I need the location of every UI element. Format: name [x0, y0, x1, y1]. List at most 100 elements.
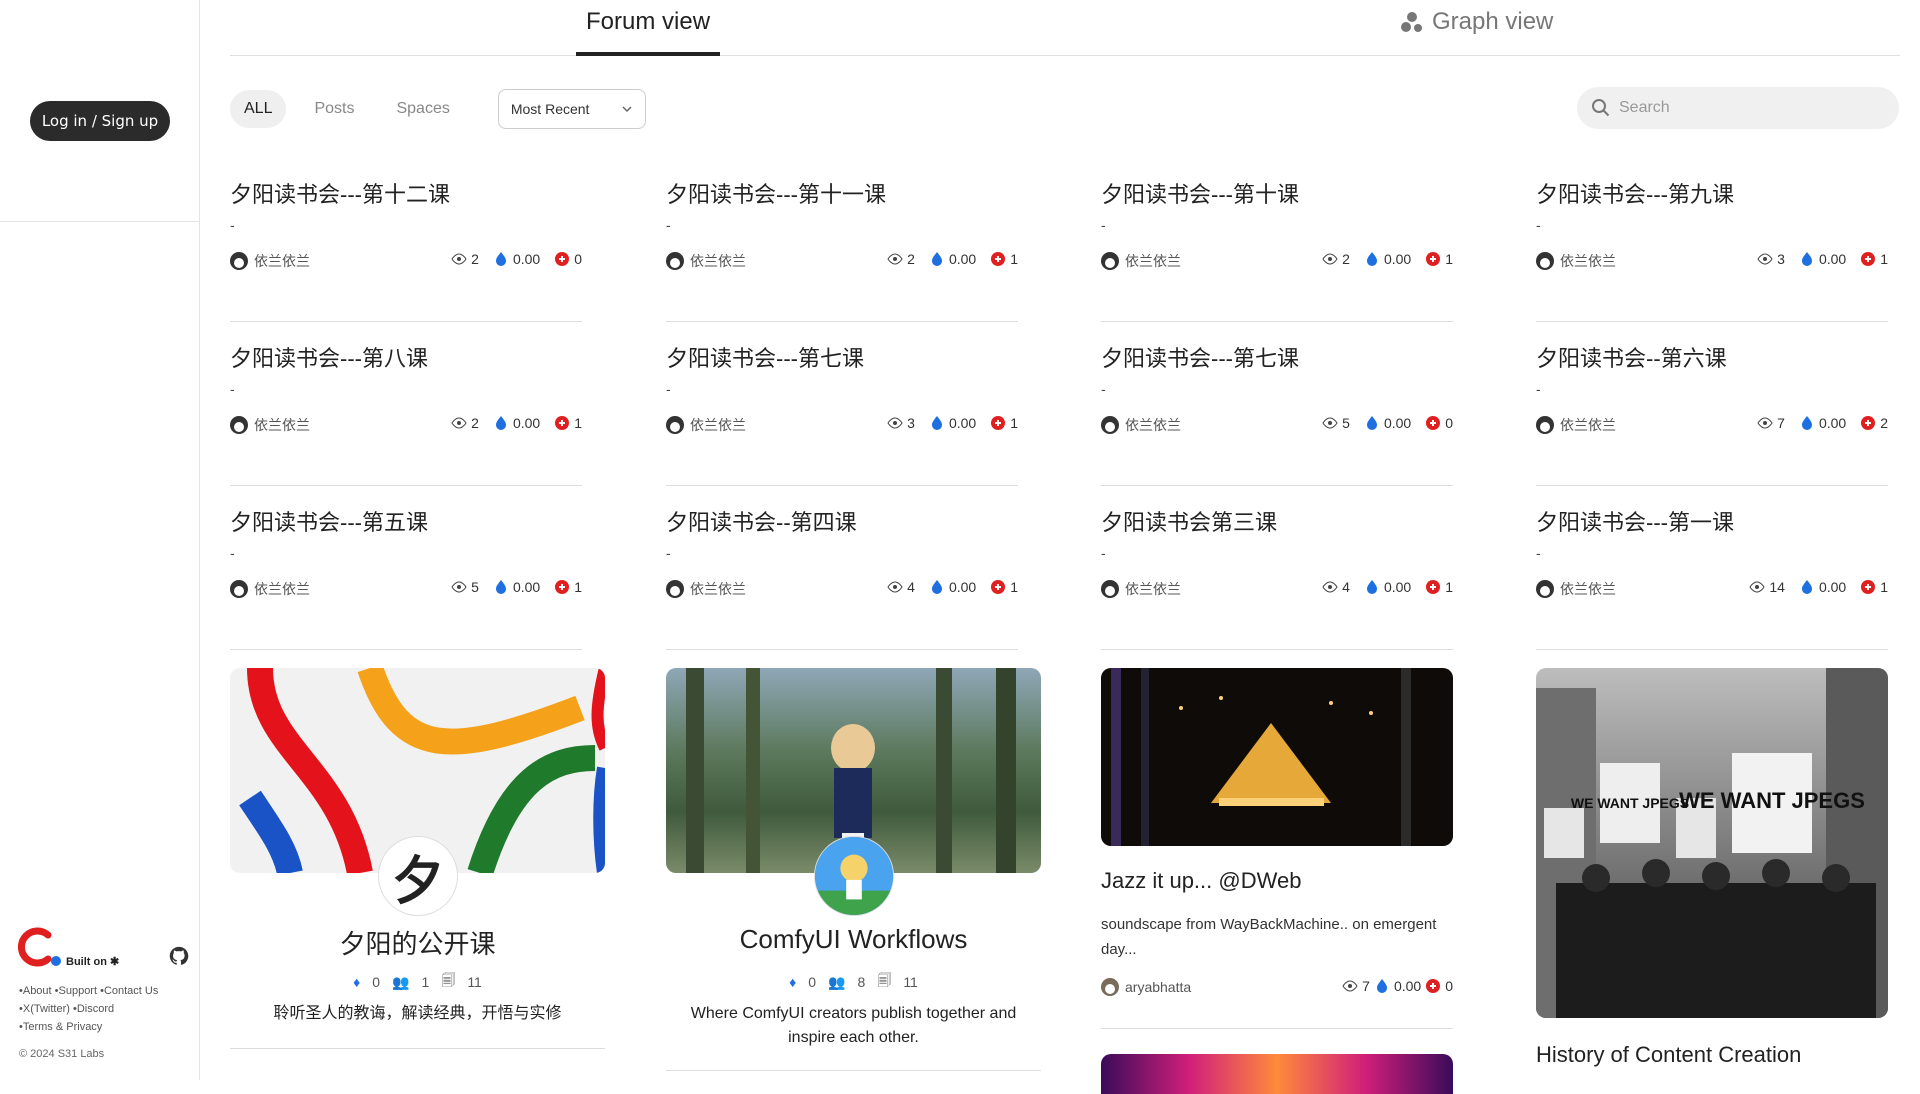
comment-count: 0 [574, 251, 582, 267]
chevron-down-icon [622, 106, 632, 113]
author-name: 依兰依兰 [254, 253, 310, 269]
post-item[interactable]: 夕阳读书会---第十课 - 依兰依兰 2 0.00 1 [1101, 177, 1453, 322]
comment-count: 2 [1880, 415, 1888, 431]
value-amount: 0.00 [1393, 978, 1422, 994]
graph-icon [1401, 12, 1422, 32]
post-title: 夕阳读书会---第七课 [666, 346, 864, 371]
filter-posts[interactable]: Posts [300, 90, 368, 128]
view-count: 7 [1362, 978, 1370, 994]
main-content: Forum view Graph view ALL Posts Spaces M… [230, 0, 1900, 1094]
posts-icon: 🗐 [441, 972, 456, 988]
avatar [1101, 978, 1119, 996]
post-author[interactable]: 依兰依兰 [230, 251, 310, 271]
post-author[interactable]: 依兰依兰 [1536, 415, 1616, 435]
comment-icon [1426, 416, 1441, 430]
post-card[interactable]: WE WANT JPEGS WE WANT JPEGS History of C… [1536, 668, 1888, 1068]
comment-count: 1 [1010, 251, 1018, 267]
space-card[interactable]: ComfyUI Workflows ♦ 0 👥 8 🗐 11 Where ComfyU… [666, 668, 1041, 1071]
author-name: aryabhatta [1125, 979, 1192, 995]
post-author[interactable]: 依兰依兰 [1101, 251, 1181, 271]
post-author[interactable]: 依兰依兰 [1536, 579, 1616, 599]
post-author[interactable]: 依兰依兰 [666, 579, 746, 599]
space-value: 0 [808, 974, 817, 990]
post-cover-image: WE WANT JPEGS WE WANT JPEGS [1536, 668, 1888, 1018]
post-stats: 4 0.00 1 [887, 579, 1018, 595]
post-item[interactable]: 夕阳读书会---第十二课 - 依兰依兰 2 0.00 0 [230, 177, 582, 322]
post-author[interactable]: 依兰依兰 [1101, 415, 1181, 435]
space-card[interactable]: 夕 夕阳的公开课 ♦ 0 👥 1 🗐 11 聆听圣人的教诲，解读经典，开悟与实修 [230, 668, 605, 1049]
post-excerpt: - [1101, 545, 1106, 561]
post-item[interactable]: 夕阳读书会---第七课 - 依兰依兰 3 0.00 1 [666, 341, 1018, 486]
post-title: Jazz it up... @DWeb [1101, 868, 1302, 893]
footer-links-row-3[interactable]: •Terms & Privacy [19, 1018, 158, 1036]
copyright: © 2024 S31 Labs [19, 1048, 105, 1060]
post-stats: 5 0.00 0 [1322, 415, 1453, 431]
avatar [1536, 416, 1554, 434]
author-name: 依兰依兰 [1125, 417, 1181, 433]
view-tabs: Forum view Graph view [230, 0, 1900, 56]
sort-select-value: Most Recent [510, 101, 590, 117]
eye-icon [887, 417, 903, 429]
post-author[interactable]: 依兰依兰 [230, 415, 310, 435]
post-author[interactable]: 依兰依兰 [1536, 251, 1616, 271]
post-card[interactable]: Jazz it up... @DWeb soundscape from WayB… [1101, 668, 1453, 1094]
filter-all[interactable]: ALL [230, 90, 287, 128]
post-title: 夕阳读书会---第八课 [230, 346, 428, 371]
post-author[interactable]: aryabhatta [1101, 978, 1191, 996]
post-title: 夕阳读书会---第十课 [1101, 182, 1299, 207]
space-description: 聆听圣人的教诲，解读经典，开悟与实修 [273, 1005, 562, 1022]
post-item[interactable]: 夕阳读书会--第四课 - 依兰依兰 4 0.00 1 [666, 505, 1018, 650]
view-count: 7 [1777, 415, 1785, 431]
post-item[interactable]: 夕阳读书会---第十一课 - 依兰依兰 2 0.00 1 [666, 177, 1018, 322]
space-stats: ♦ 0 👥 1 🗐 11 [230, 970, 605, 994]
value-icon [1376, 979, 1387, 993]
view-count: 2 [907, 251, 915, 267]
view-count: 14 [1769, 579, 1785, 595]
search-input[interactable]: Search [1577, 87, 1899, 129]
tab-graph-view[interactable]: Graph view [1400, 8, 1553, 36]
s31-logo-icon[interactable] [18, 925, 62, 969]
post-item[interactable]: 夕阳读书会---第五课 - 依兰依兰 5 0.00 1 [230, 505, 582, 650]
value-amount: 0.00 [948, 415, 977, 431]
filter-bar: ALL Posts Spaces Most Recent [230, 88, 646, 130]
post-item[interactable]: 夕阳读书会---第八课 - 依兰依兰 2 0.00 1 [230, 341, 582, 486]
comment-icon [555, 580, 570, 594]
space-posts: 11 [467, 974, 482, 990]
value-icon [931, 252, 942, 266]
login-signup-button[interactable]: Log in / Sign up [30, 101, 170, 141]
footer-links-row-1[interactable]: •About •Support •Contact Us [19, 982, 158, 1000]
post-item[interactable]: 夕阳读书会--第六课 - 依兰依兰 7 0.00 2 [1536, 341, 1888, 486]
post-excerpt: - [230, 545, 235, 561]
space-stats: ♦ 0 👥 8 🗐 11 [666, 970, 1041, 994]
post-item[interactable]: 夕阳读书会第三课 - 依兰依兰 4 0.00 1 [1101, 505, 1453, 650]
value-amount: 0.00 [512, 579, 541, 595]
post-author[interactable]: 依兰依兰 [230, 579, 310, 599]
avatar [666, 416, 684, 434]
post-author[interactable]: 依兰依兰 [1101, 579, 1181, 599]
post-excerpt: - [666, 381, 671, 397]
footer-links-row-2[interactable]: •X(Twitter) •Discord [19, 1000, 158, 1018]
github-icon[interactable] [168, 945, 190, 967]
protest-sign-big: WE WANT JPEGS [1679, 788, 1865, 813]
post-item[interactable]: 夕阳读书会---第九课 - 依兰依兰 3 0.00 1 [1536, 177, 1888, 322]
space-logo: 夕 [378, 836, 458, 916]
value-icon [1366, 580, 1377, 594]
sort-select[interactable]: Most Recent [497, 89, 646, 129]
comment-icon [991, 416, 1006, 430]
tab-forum-view[interactable]: Forum view [575, 8, 721, 56]
comment-count: 1 [1880, 251, 1888, 267]
avatar [1101, 580, 1119, 598]
post-excerpt-line-1: soundscape from WayBackMachine.. on emer… [1101, 916, 1437, 933]
post-author[interactable]: 依兰依兰 [666, 415, 746, 435]
value-icon [1801, 580, 1812, 594]
filter-spaces[interactable]: Spaces [382, 90, 463, 128]
value-amount: 0.00 [512, 251, 541, 267]
post-item[interactable]: 夕阳读书会---第一课 - 依兰依兰 14 0.00 1 [1536, 505, 1888, 650]
card-divider [666, 1070, 1041, 1071]
post-title: 夕阳读书会---第九课 [1536, 182, 1734, 207]
post-stats: 7 0.00 0 [1342, 978, 1453, 994]
comment-icon [1861, 252, 1876, 266]
post-item[interactable]: 夕阳读书会---第七课 - 依兰依兰 5 0.00 0 [1101, 341, 1453, 486]
value-amount: 0.00 [948, 579, 977, 595]
post-author[interactable]: 依兰依兰 [666, 251, 746, 271]
